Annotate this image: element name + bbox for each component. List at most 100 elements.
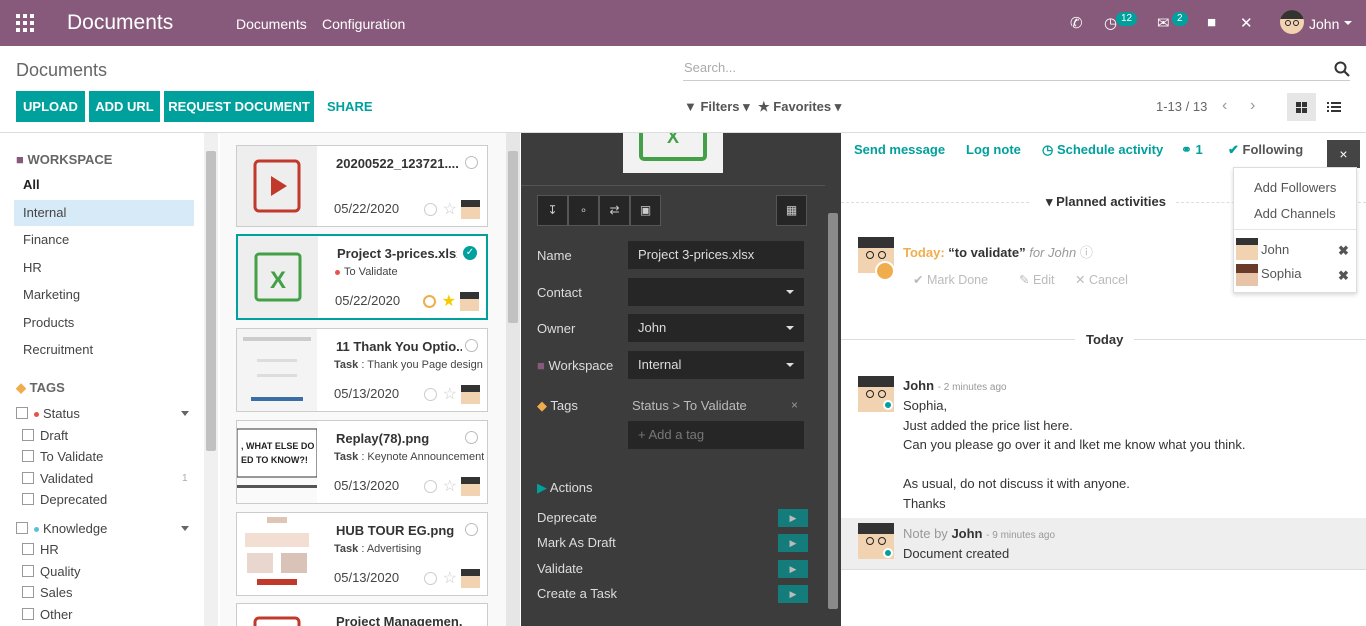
run-create-task-button[interactable]: ▶ [778,585,808,603]
tag-sales[interactable]: Sales [40,585,73,600]
tag-to-validate[interactable]: To Validate [40,449,103,464]
info-icon[interactable]: ⓘ [1080,245,1093,260]
tag-hr[interactable]: HR [40,542,59,557]
document-preview[interactable]: X [623,121,723,173]
to-validate-checkbox[interactable] [22,450,34,462]
filters-dropdown[interactable]: ▼ Filters ▾ [684,99,750,115]
knowledge-collapse-icon[interactable] [181,526,189,531]
select-radio[interactable] [465,339,478,352]
tag-validated[interactable]: Validated [40,471,93,486]
send-message-tab[interactable]: Send message [854,142,945,157]
activity-clock-icon[interactable] [424,572,437,585]
hr-tag-checkbox[interactable] [22,543,34,555]
workspace-recruitment[interactable]: Recruitment [14,337,194,363]
close-icon[interactable]: × [1327,140,1360,168]
status-collapse-icon[interactable] [181,411,189,416]
quality-checkbox[interactable] [22,565,34,577]
document-card[interactable]: 11 Thank You Optio... Task : Thank you P… [236,328,488,412]
favorites-dropdown[interactable]: ★ Favorites ▾ [758,99,841,115]
pager-previous-icon[interactable]: ‹ [1222,97,1227,115]
knowledge-checkbox[interactable] [16,522,28,534]
run-mark-as-draft-button[interactable]: ▶ [778,534,808,552]
workspace-finance[interactable]: Finance [14,227,194,253]
schedule-activity-tab[interactable]: ◷ Schedule activity [1042,142,1163,158]
document-card[interactable]: HUB TOUR EG.png Task : Advertising 05/13… [236,512,488,596]
user-avatar[interactable] [1280,10,1304,34]
pager-next-icon[interactable]: › [1250,97,1255,115]
workspace-select[interactable]: Internal [628,351,804,379]
run-validate-button[interactable]: ▶ [778,560,808,578]
cancel-activity-button[interactable]: ✕ Cancel [1075,272,1128,287]
favorite-star-icon[interactable]: ☆ [443,202,457,218]
validated-checkbox[interactable] [22,472,34,484]
follower-name[interactable]: John [1261,242,1289,257]
favorite-star-icon[interactable]: ★ [442,294,456,310]
select-radio[interactable] [465,431,478,444]
search-input[interactable]: Search... [683,59,1350,81]
following-button[interactable]: ✔ Following [1228,142,1303,158]
contact-select[interactable] [628,278,804,306]
document-card[interactable]: 20200522_123721.... 05/22/2020 ☆ [236,145,488,227]
remove-follower-icon[interactable]: ✖ [1338,268,1349,284]
tag-draft[interactable]: Draft [40,428,68,443]
select-radio[interactable] [465,156,478,169]
inspector-scrollbar[interactable] [825,133,841,626]
workspace-all[interactable]: All [14,172,194,198]
user-menu-name[interactable]: John [1309,16,1339,32]
workspace-products[interactable]: Products [14,310,194,336]
activity-clock-icon[interactable] [423,295,436,308]
kanban-view-button[interactable] [1287,93,1316,121]
select-radio[interactable] [465,523,478,536]
search-icon[interactable] [1334,61,1350,77]
deprecated-checkbox[interactable] [22,493,34,505]
workspace-hr[interactable]: HR [14,255,194,281]
log-note-tab[interactable]: Log note [966,142,1021,157]
pager-value[interactable]: 1-13 / 13 [1156,99,1207,114]
menu-configuration[interactable]: Configuration [322,16,405,32]
remove-tag-icon[interactable]: × [791,398,798,412]
gift-icon[interactable]: ■ [1207,14,1216,31]
remove-follower-icon[interactable]: ✖ [1338,243,1349,259]
document-card[interactable]: Project Managemen... [236,603,488,626]
edit-activity-button[interactable]: ✎ Edit [1019,272,1055,287]
phone-icon[interactable]: ✆ [1070,14,1083,32]
lock-button[interactable]: ▣ [630,195,661,226]
tag-quality[interactable]: Quality [40,564,80,579]
apps-menu-icon[interactable] [16,14,34,32]
debug-tools-icon[interactable]: ✕ [1240,14,1253,32]
share-link-button[interactable]: ∘ [568,195,599,226]
activity-clock-icon[interactable] [424,480,437,493]
attachments-button[interactable]: ⚭ 1 [1181,142,1203,158]
owner-select[interactable]: John [628,314,804,342]
planned-activities-toggle[interactable]: ▾ Planned activities [1046,194,1166,210]
request-document-button[interactable]: REQUEST DOCUMENT [164,91,314,122]
workspace-marketing[interactable]: Marketing [14,282,194,308]
follower-name[interactable]: Sophia [1261,266,1301,281]
add-url-button[interactable]: ADD URL [89,91,160,122]
share-button[interactable]: SHARE [327,99,373,114]
add-channels-link[interactable]: Add Channels [1254,206,1336,221]
list-view-button[interactable] [1319,93,1348,121]
selected-check-icon[interactable]: ✓ [463,246,477,260]
other-checkbox[interactable] [22,608,34,620]
activity-clock-icon[interactable] [424,203,437,216]
download-button[interactable]: ↧ [537,195,568,226]
menu-documents[interactable]: Documents [236,16,307,32]
kanban-scrollbar[interactable] [506,133,520,626]
replace-button[interactable]: ⇄ [599,195,630,226]
sales-checkbox[interactable] [22,586,34,598]
status-checkbox[interactable] [16,407,28,419]
note-author[interactable]: John [951,526,982,541]
tag-deprecated[interactable]: Deprecated [40,492,107,507]
document-card-selected[interactable]: X Project 3-prices.xlsx ✓ To Validate 05… [236,234,488,320]
messages-icon[interactable]: ✉ [1157,14,1170,32]
favorite-star-icon[interactable]: ☆ [443,571,457,587]
upload-button[interactable]: UPLOAD [16,91,85,122]
sidebar-scrollbar[interactable] [204,133,218,626]
name-input[interactable]: Project 3-prices.xlsx [628,241,804,269]
workspace-internal[interactable]: Internal [14,200,194,226]
tag-other[interactable]: Other [40,607,73,622]
mark-done-button[interactable]: ✔ Mark Done [913,272,988,287]
run-deprecate-button[interactable]: ▶ [778,509,808,527]
favorite-star-icon[interactable]: ☆ [443,479,457,495]
